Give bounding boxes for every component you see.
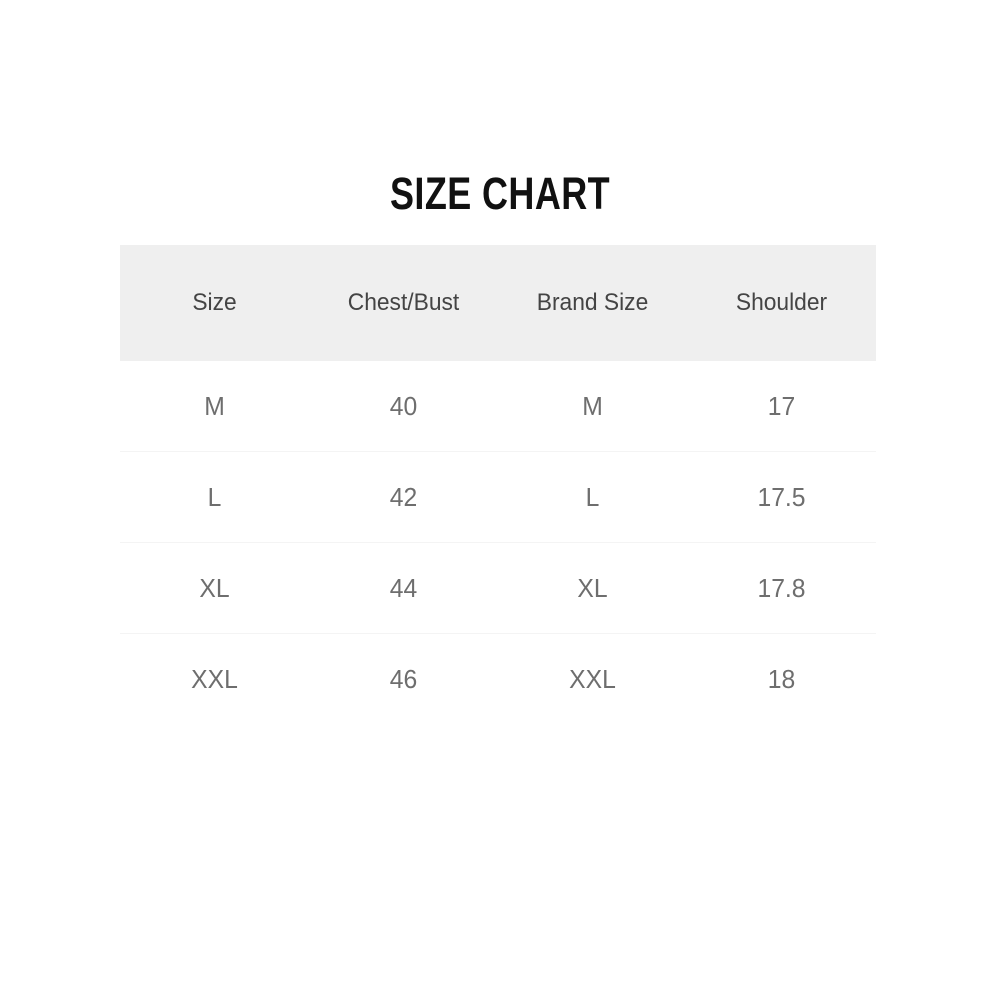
table-row: XXL 46 XXL 18: [120, 633, 876, 724]
cell-shoulder: 17.5: [691, 451, 872, 543]
cell-shoulder: 17: [691, 361, 872, 452]
cell-size: XXL: [124, 633, 305, 724]
cell-chest-bust: 46: [313, 633, 494, 724]
cell-brand-size: XL: [502, 542, 683, 634]
cell-brand-size: M: [502, 361, 683, 452]
cell-shoulder: 18: [691, 633, 872, 724]
table-row: M 40 M 17: [120, 361, 876, 452]
size-chart-table: Size Chest/Bust Brand Size Shoulder M 40…: [120, 245, 876, 724]
cell-size: L: [124, 451, 305, 543]
cell-brand-size: L: [502, 451, 683, 543]
cell-size: M: [124, 361, 305, 452]
cell-shoulder: 17.8: [691, 542, 872, 634]
column-header-size: Size: [192, 289, 237, 316]
page-title: SIZE CHART: [390, 168, 610, 219]
cell-chest-bust: 44: [313, 542, 494, 634]
table-row: L 42 L 17.5: [120, 451, 876, 543]
column-header-chest-bust: Chest/Bust: [347, 289, 460, 316]
cell-size: XL: [124, 542, 305, 634]
column-header-brand-size: Brand Size: [536, 289, 649, 316]
cell-chest-bust: 40: [313, 361, 494, 452]
size-chart-page: SIZE CHART Size Chest/Bust Brand Size Sh…: [0, 0, 1000, 1000]
table-row: XL 44 XL 17.8: [120, 542, 876, 634]
cell-brand-size: XXL: [502, 633, 683, 724]
table-header-row: Size Chest/Bust Brand Size Shoulder: [120, 245, 876, 361]
column-header-shoulder: Shoulder: [735, 289, 828, 316]
table-body: M 40 M 17 L 42 L 17.5 XL 44 XL 17.8 XXL …: [120, 361, 876, 724]
cell-chest-bust: 42: [313, 451, 494, 543]
table-header: Size Chest/Bust Brand Size Shoulder: [120, 245, 876, 361]
